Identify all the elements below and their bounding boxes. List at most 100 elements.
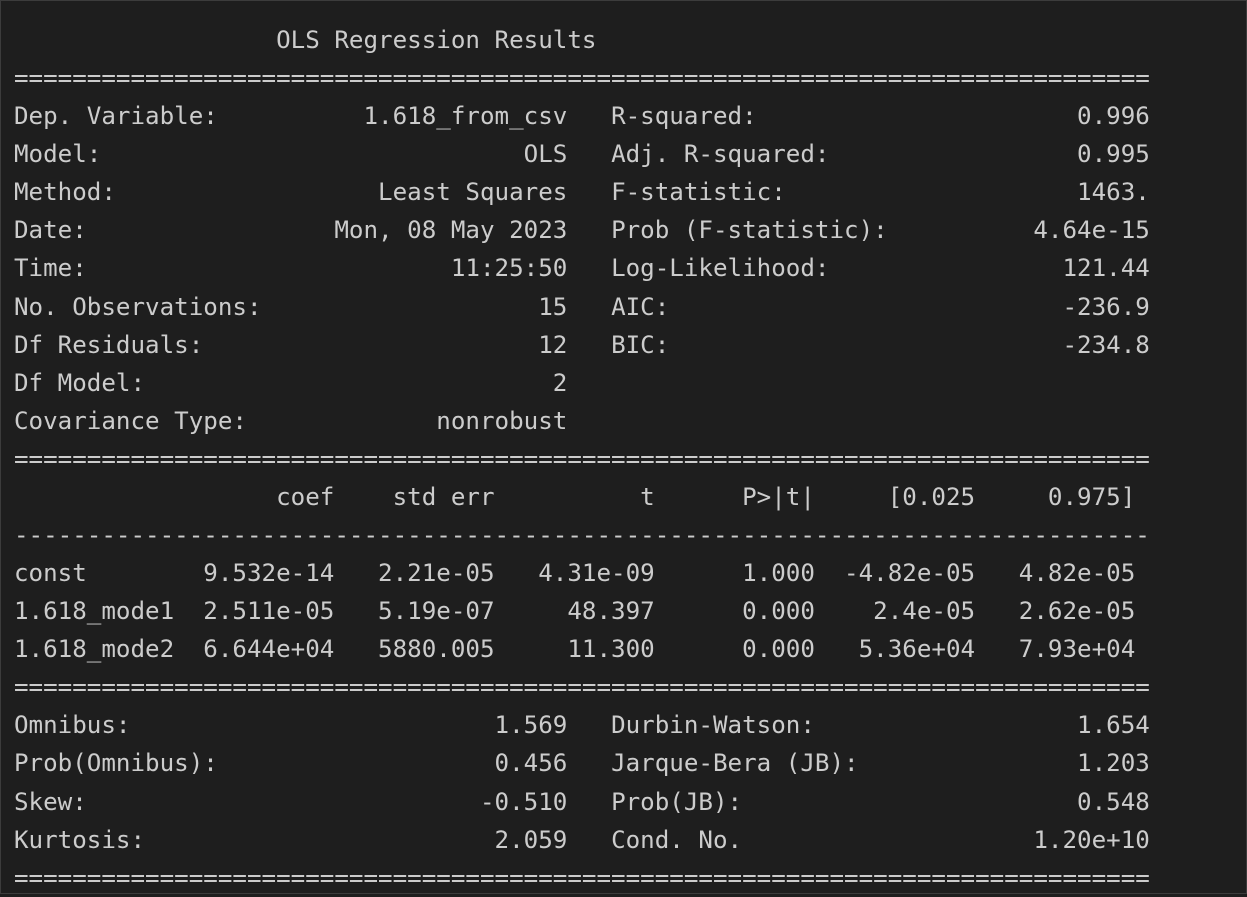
summary-top-row: Method: Least Squares F-statistic: 1463. xyxy=(14,173,1150,211)
pad xyxy=(567,826,611,854)
coef-header-cell xyxy=(14,483,174,511)
summary-top-left-label: Model: xyxy=(14,140,291,169)
coef-cell: 1.000 xyxy=(654,559,815,588)
pad xyxy=(567,293,611,321)
coef-header-cell: coef xyxy=(174,482,335,511)
pad xyxy=(567,216,611,244)
summary-bottom-right-label: Durbin-Watson: xyxy=(611,711,917,740)
coef-cell: 6.644e+04 xyxy=(174,635,335,664)
coef-header-cell: t xyxy=(494,482,655,511)
coef-header-cell: P>|t| xyxy=(654,482,815,511)
summary-top-right-value: 4.64e-15 xyxy=(916,216,1150,245)
summary-top-left-label: Df Residuals: xyxy=(14,330,291,359)
pad xyxy=(567,178,611,206)
results-title: OLS Regression Results xyxy=(276,26,597,54)
coef-table-row: 1.618_mode1 2.511e-05 5.19e-07 48.397 0.… xyxy=(14,592,1150,630)
summary-top-row: Time: 11:25:50 Log-Likelihood: 121.44 xyxy=(14,249,1150,287)
separator-double: ========================================… xyxy=(14,444,1150,473)
pad xyxy=(567,102,611,130)
separator-dashed: ----------------------------------------… xyxy=(14,521,1150,550)
coef-cell: 11.300 xyxy=(494,635,655,664)
summary-top-left-value: 12 xyxy=(290,330,568,359)
summary-top-row: Dep. Variable: 1.618_from_csv R-squared:… xyxy=(14,97,1150,135)
separator-double: ========================================… xyxy=(14,64,1150,93)
coef-table-rows: const 9.532e-14 2.21e-05 4.31e-09 1.000 … xyxy=(14,554,1150,668)
summary-top-row: Date: Mon, 08 May 2023 Prob (F-statistic… xyxy=(14,211,1150,249)
coef-cell: 48.397 xyxy=(494,597,655,626)
summary-top-left-value: OLS xyxy=(290,140,568,169)
summary-top-right-value: 1463. xyxy=(916,178,1150,207)
summary-top-right-label xyxy=(611,407,917,435)
summary-top-left-value: nonrobust xyxy=(290,406,568,435)
coef-cell: 2.62e-05 xyxy=(975,597,1136,626)
summary-bottom-right-value: 1.20e+10 xyxy=(916,825,1150,854)
summary-bottom-right-value: 1.203 xyxy=(916,749,1150,778)
pad xyxy=(567,369,611,397)
pad xyxy=(567,788,611,816)
coef-cell: 5880.005 xyxy=(334,635,495,664)
summary-top: Dep. Variable: 1.618_from_csv R-squared:… xyxy=(14,97,1150,440)
summary-bottom-row: Skew: -0.510 Prob(JB): 0.548 xyxy=(14,783,1150,821)
summary-top-left-value: 15 xyxy=(290,292,568,321)
summary-top-right-value xyxy=(917,407,1150,435)
summary-bottom-left-label: Kurtosis: xyxy=(14,825,291,854)
separator-double: ========================================… xyxy=(14,673,1150,702)
summary-top-right-value: 0.995 xyxy=(916,140,1150,169)
coef-cell: 0.000 xyxy=(654,635,815,664)
coef-header-cell: std err xyxy=(334,482,495,511)
summary-bottom-right-value: 1.654 xyxy=(916,711,1150,740)
coef-variable-name: const xyxy=(14,559,175,588)
summary-bottom-left-value: 0.456 xyxy=(290,749,568,778)
summary-top-row: Df Model: 2 xyxy=(14,364,1150,402)
summary-top-row: No. Observations: 15 AIC: -236.9 xyxy=(14,288,1150,326)
coef-header-cell: 0.975] xyxy=(975,482,1136,511)
coef-header-cell: [0.025 xyxy=(814,482,976,511)
coef-variable-name: 1.618_mode1 xyxy=(14,597,175,626)
pad xyxy=(567,711,611,739)
summary-bottom-left-value: 2.059 xyxy=(290,825,568,854)
coef-cell: 7.93e+04 xyxy=(975,635,1136,664)
summary-top-right-value: 0.996 xyxy=(916,102,1150,131)
summary-top-right-label: Adj. R-squared: xyxy=(611,140,917,169)
summary-top-left-value: Mon, 08 May 2023 xyxy=(290,216,568,245)
summary-top-right-label: Log-Likelihood: xyxy=(611,254,917,283)
summary-top-right-label: AIC: xyxy=(611,292,917,321)
separator-double: ========================================… xyxy=(14,863,1150,892)
coef-table-header: coef std err t P>|t| [0.025 0.975] xyxy=(14,478,1150,516)
summary-top-row: Model: OLS Adj. R-squared: 0.995 xyxy=(14,135,1150,173)
summary-bottom-row: Prob(Omnibus): 0.456 Jarque-Bera (JB): 1… xyxy=(14,744,1150,782)
summary-top-right-label: BIC: xyxy=(611,330,917,359)
pad xyxy=(567,331,611,359)
pad xyxy=(567,140,611,168)
coef-table-row: const 9.532e-14 2.21e-05 4.31e-09 1.000 … xyxy=(14,554,1150,592)
summary-top-left-label: Time: xyxy=(14,254,291,283)
coef-cell: 0.000 xyxy=(654,597,815,626)
summary-top-left-value: Least Squares xyxy=(290,178,568,207)
summary-bottom-left-value: 1.569 xyxy=(290,711,568,740)
summary-top-right-value: 121.44 xyxy=(916,254,1150,283)
summary-top-left-label: Covariance Type: xyxy=(14,406,291,435)
coef-table-row: 1.618_mode2 6.644e+04 5880.005 11.300 0.… xyxy=(14,630,1150,668)
summary-top-right-label: Prob (F-statistic): xyxy=(611,216,917,245)
pad xyxy=(567,407,611,435)
summary-top-right-label xyxy=(611,369,917,397)
pad xyxy=(14,26,276,54)
summary-bottom-left-label: Omnibus: xyxy=(14,711,291,740)
summary-bottom-row: Omnibus: 1.569 Durbin-Watson: 1.654 xyxy=(14,706,1150,744)
title-line: OLS Regression Results xyxy=(14,21,1150,59)
summary-top-right-value: -236.9 xyxy=(916,292,1150,321)
coef-cell: 4.82e-05 xyxy=(975,559,1136,588)
summary-top-left-value: 2 xyxy=(290,368,568,397)
coef-cell: 9.532e-14 xyxy=(174,559,335,588)
coef-cell: -4.82e-05 xyxy=(814,559,976,588)
summary-top-right-label: R-squared: xyxy=(611,102,917,131)
coef-variable-name: 1.618_mode2 xyxy=(14,635,175,664)
summary-bottom-left-label: Skew: xyxy=(14,787,291,816)
summary-top-row: Covariance Type: nonrobust xyxy=(14,402,1150,440)
summary-bottom-left-value: -0.510 xyxy=(290,787,568,816)
regression-output: OLS Regression Results ==================… xyxy=(14,21,1150,897)
summary-top-left-label: Method: xyxy=(14,178,291,207)
summary-bottom-left-label: Prob(Omnibus): xyxy=(14,749,291,778)
coef-cell: 5.19e-07 xyxy=(334,597,495,626)
coef-cell: 4.31e-09 xyxy=(494,559,655,588)
